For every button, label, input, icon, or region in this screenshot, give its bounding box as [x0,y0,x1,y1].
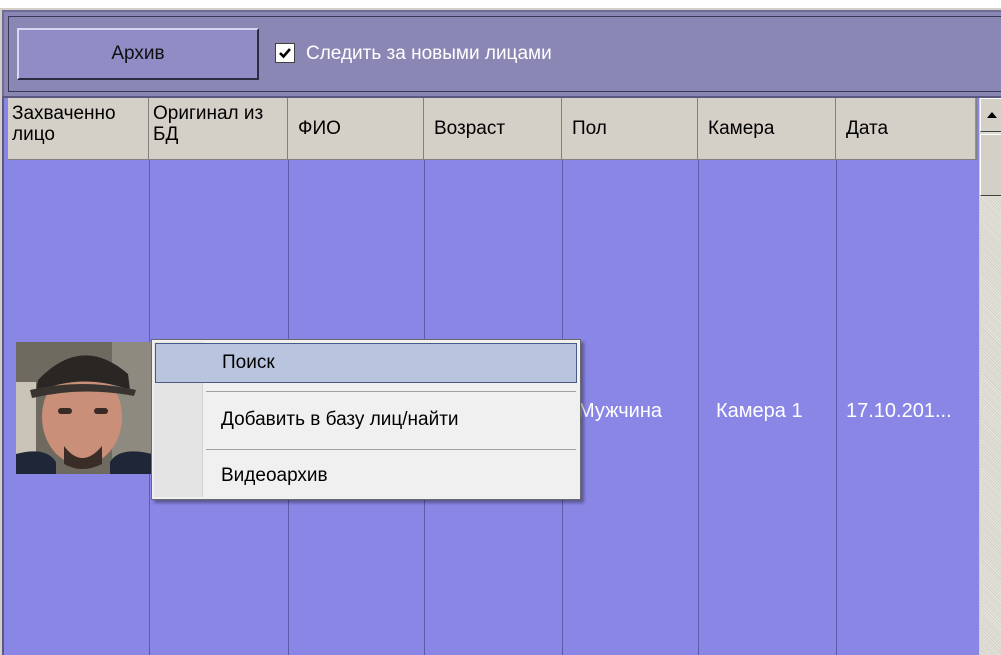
follow-new-faces-checkbox[interactable] [275,43,295,63]
menu-separator [206,449,576,450]
arrow-up-icon [986,112,997,118]
gender-cell: Мужчина [578,400,663,422]
date-cell: 17.10.201... [846,400,952,422]
column-header-captured-face[interactable]: Захваченно лицо [8,98,149,160]
face-search-window: Архив Следить за новыми лицами Захваченн… [0,8,1001,655]
column-header-name[interactable]: ФИО [288,98,424,160]
menu-item-add-to-face-db[interactable]: Добавить в базу лиц/найти [155,400,577,440]
face-photo [16,342,152,474]
menu-item-video-archive[interactable]: Видеоархив [155,456,577,496]
checkmark-icon [279,48,291,59]
column-divider [836,160,837,655]
column-header-gender[interactable]: Пол [562,98,698,160]
follow-new-faces-label[interactable]: Следить за новыми лицами [306,43,552,65]
toolbar: Архив Следить за новыми лицами [2,10,1001,96]
captured-face-image[interactable] [16,342,152,474]
context-menu: Поиск Добавить в базу лиц/найти Видеоарх… [151,339,581,500]
archive-button[interactable]: Архив [17,28,259,80]
column-divider [698,160,699,655]
column-header-db-original[interactable]: Оригинал из БД [149,98,288,160]
grid-header: Захваченно лицо Оригинал из БД ФИО Возра… [8,98,977,160]
menu-separator [206,391,576,392]
scroll-up-button[interactable] [980,98,1001,132]
camera-cell: Камера 1 [716,400,803,422]
column-header-age[interactable]: Возраст [424,98,562,160]
vertical-scrollbar[interactable] [979,98,1001,655]
scroll-thumb[interactable] [980,134,1001,196]
menu-item-search[interactable]: Поиск [155,343,577,383]
column-header-date[interactable]: Дата [836,98,977,160]
column-header-camera[interactable]: Камера [698,98,836,160]
